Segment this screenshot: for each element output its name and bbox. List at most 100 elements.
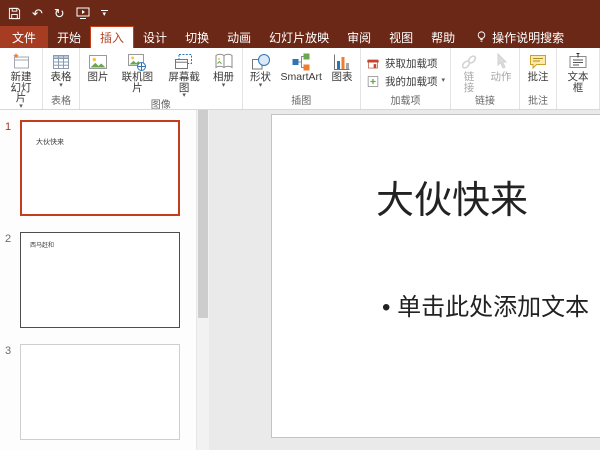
- smartart-icon: [289, 51, 313, 72]
- tab-file[interactable]: 文件: [0, 26, 48, 48]
- slide-thumbnail-3[interactable]: [20, 344, 180, 440]
- smartart-label: SmartArt: [281, 72, 322, 83]
- scrollbar-thumb[interactable]: [198, 110, 208, 318]
- tab-design[interactable]: 设计: [134, 26, 176, 48]
- smartart-button[interactable]: SmartArt: [278, 49, 325, 83]
- start-slideshow-button[interactable]: [76, 7, 90, 20]
- table-button[interactable]: 表格 ▾: [46, 49, 76, 89]
- thumbnail-block-3: 3: [0, 344, 196, 440]
- link-button[interactable]: 链 接: [454, 49, 484, 93]
- ribbon-group-slides: 新建 幻灯片 ▾ 幻灯片: [0, 48, 43, 109]
- action-icon: [489, 51, 513, 72]
- thumbnail-scrollbar[interactable]: [196, 110, 209, 450]
- shapes-button[interactable]: 形状 ▾: [246, 49, 276, 89]
- photo-album-button[interactable]: 相册 ▾: [209, 49, 239, 89]
- ribbon-group-comments: 批注 批注: [520, 48, 557, 109]
- comment-button[interactable]: 批注: [523, 49, 553, 83]
- textbox-button[interactable]: 文本框: [560, 49, 596, 93]
- group-label-tables: 表格: [46, 95, 76, 109]
- addin-icon: [366, 74, 381, 88]
- bullet-icon: •: [382, 294, 390, 321]
- tab-animations[interactable]: 动画: [218, 26, 260, 48]
- chevron-down-icon: ▾: [259, 83, 263, 89]
- tell-me-search[interactable]: 操作说明搜索: [476, 26, 564, 48]
- new-slide-icon: [9, 51, 33, 72]
- pictures-button[interactable]: 图片: [83, 49, 113, 83]
- comment-icon: [526, 51, 550, 72]
- slide-thumbnail-2[interactable]: 西马赶和: [20, 232, 180, 328]
- textbox-label: 文本框: [563, 72, 593, 93]
- thumbnail-block-1: 1 大伙快来: [0, 120, 196, 216]
- customize-quick-access-button[interactable]: ▾: [101, 10, 108, 17]
- photo-album-label: 相册: [213, 72, 234, 83]
- chevron-down-icon: ▾: [103, 12, 107, 17]
- powerpoint-window: ↶ ↻ ▾ 文件 开始 插入 设计 切换 动画 幻灯片放映 审阅 视图 帮助: [0, 0, 600, 450]
- ribbon-group-images: 图片 联机图片: [80, 48, 243, 109]
- workspace: 1 大伙快来 2 西马赶和 3: [0, 110, 600, 450]
- slide-canvas: 大伙快来 • 单击此处添加文本: [209, 110, 600, 450]
- online-pictures-icon: [125, 51, 149, 72]
- slide-thumbnail-1[interactable]: 大伙快来: [20, 120, 180, 216]
- ribbon-tab-bar: 文件 开始 插入 设计 切换 动画 幻灯片放映 审阅 视图 帮助 操作说明搜索: [0, 26, 600, 48]
- online-pictures-label: 联机图片: [118, 72, 157, 93]
- chart-label: 图表: [331, 72, 352, 83]
- online-pictures-button[interactable]: 联机图片: [115, 49, 160, 93]
- tab-home[interactable]: 开始: [48, 26, 90, 48]
- get-addins-label: 获取加载项: [385, 56, 438, 71]
- screenshot-label: 屏幕截图: [165, 72, 204, 93]
- pictures-icon: [86, 51, 110, 72]
- undo-button[interactable]: ↶: [32, 7, 43, 20]
- tell-me-label: 操作说明搜索: [492, 29, 564, 46]
- tab-slide-show[interactable]: 幻灯片放映: [260, 26, 338, 48]
- ribbon-insert: 新建 幻灯片 ▾ 幻灯片 表格 ▾: [0, 48, 600, 110]
- shapes-icon: [249, 51, 273, 72]
- new-slide-button[interactable]: 新建 幻灯片 ▾: [3, 49, 39, 110]
- group-label-addins: 加载项: [364, 95, 447, 109]
- ribbon-group-tables: 表格 ▾ 表格: [43, 48, 80, 109]
- group-label-links: 链接: [454, 95, 516, 109]
- my-addins-label: 我的加载项: [385, 74, 438, 89]
- photo-album-icon: [212, 51, 236, 72]
- chevron-down-icon: ▾: [222, 83, 226, 89]
- save-button[interactable]: [8, 7, 21, 20]
- slide-thumbnail-panel: 1 大伙快来 2 西马赶和 3: [0, 110, 196, 450]
- ribbon-group-addins: 获取加载项 我的加载项 ▾ 加载项: [361, 48, 451, 109]
- get-addins-button[interactable]: 获取加载项: [364, 56, 440, 71]
- slide-body-placeholder[interactable]: • 单击此处添加文本: [382, 287, 589, 322]
- comment-label: 批注: [527, 72, 548, 83]
- action-button[interactable]: 动作: [486, 49, 516, 83]
- chevron-down-icon: ▾: [59, 83, 63, 89]
- body-placeholder-text: 单击此处添加文本: [397, 294, 589, 321]
- tab-insert[interactable]: 插入: [90, 26, 134, 48]
- chevron-down-icon: ▾: [441, 78, 445, 84]
- new-slide-label: 新建 幻灯片: [6, 72, 36, 104]
- store-icon: [366, 56, 381, 70]
- pictures-label: 图片: [88, 72, 109, 83]
- tab-review[interactable]: 审阅: [338, 26, 380, 48]
- table-label: 表格: [51, 72, 72, 83]
- slide-number: 2: [5, 232, 20, 328]
- tab-transitions[interactable]: 切换: [176, 26, 218, 48]
- tab-view[interactable]: 视图: [380, 26, 422, 48]
- tab-help[interactable]: 帮助: [422, 26, 464, 48]
- screenshot-button[interactable]: 屏幕截图 ▾: [162, 49, 207, 99]
- slideshow-icon: [76, 7, 90, 20]
- current-slide[interactable]: 大伙快来 • 单击此处添加文本: [271, 114, 600, 438]
- slide-number: 3: [5, 344, 20, 440]
- table-icon: [49, 51, 73, 72]
- textbox-icon: [566, 51, 590, 72]
- slide-number: 1: [5, 120, 20, 216]
- group-label-images: 图像: [83, 99, 239, 110]
- thumbnail-block-2: 2 西马赶和: [0, 232, 196, 328]
- link-icon: [457, 51, 481, 72]
- redo-button[interactable]: ↻: [54, 7, 65, 20]
- my-addins-button[interactable]: 我的加载项 ▾: [364, 74, 447, 89]
- ribbon-group-links: 链 接 动作 链接: [451, 48, 520, 109]
- thumbnail-title-text: 大伙快来: [36, 137, 64, 147]
- chart-button[interactable]: 图表: [327, 49, 357, 83]
- thumbnail-title-text: 西马赶和: [30, 240, 54, 249]
- group-label-text: [560, 95, 596, 109]
- group-label-comments: 批注: [523, 95, 553, 109]
- slide-title-placeholder[interactable]: 大伙快来: [376, 169, 528, 224]
- screenshot-icon: [172, 51, 196, 72]
